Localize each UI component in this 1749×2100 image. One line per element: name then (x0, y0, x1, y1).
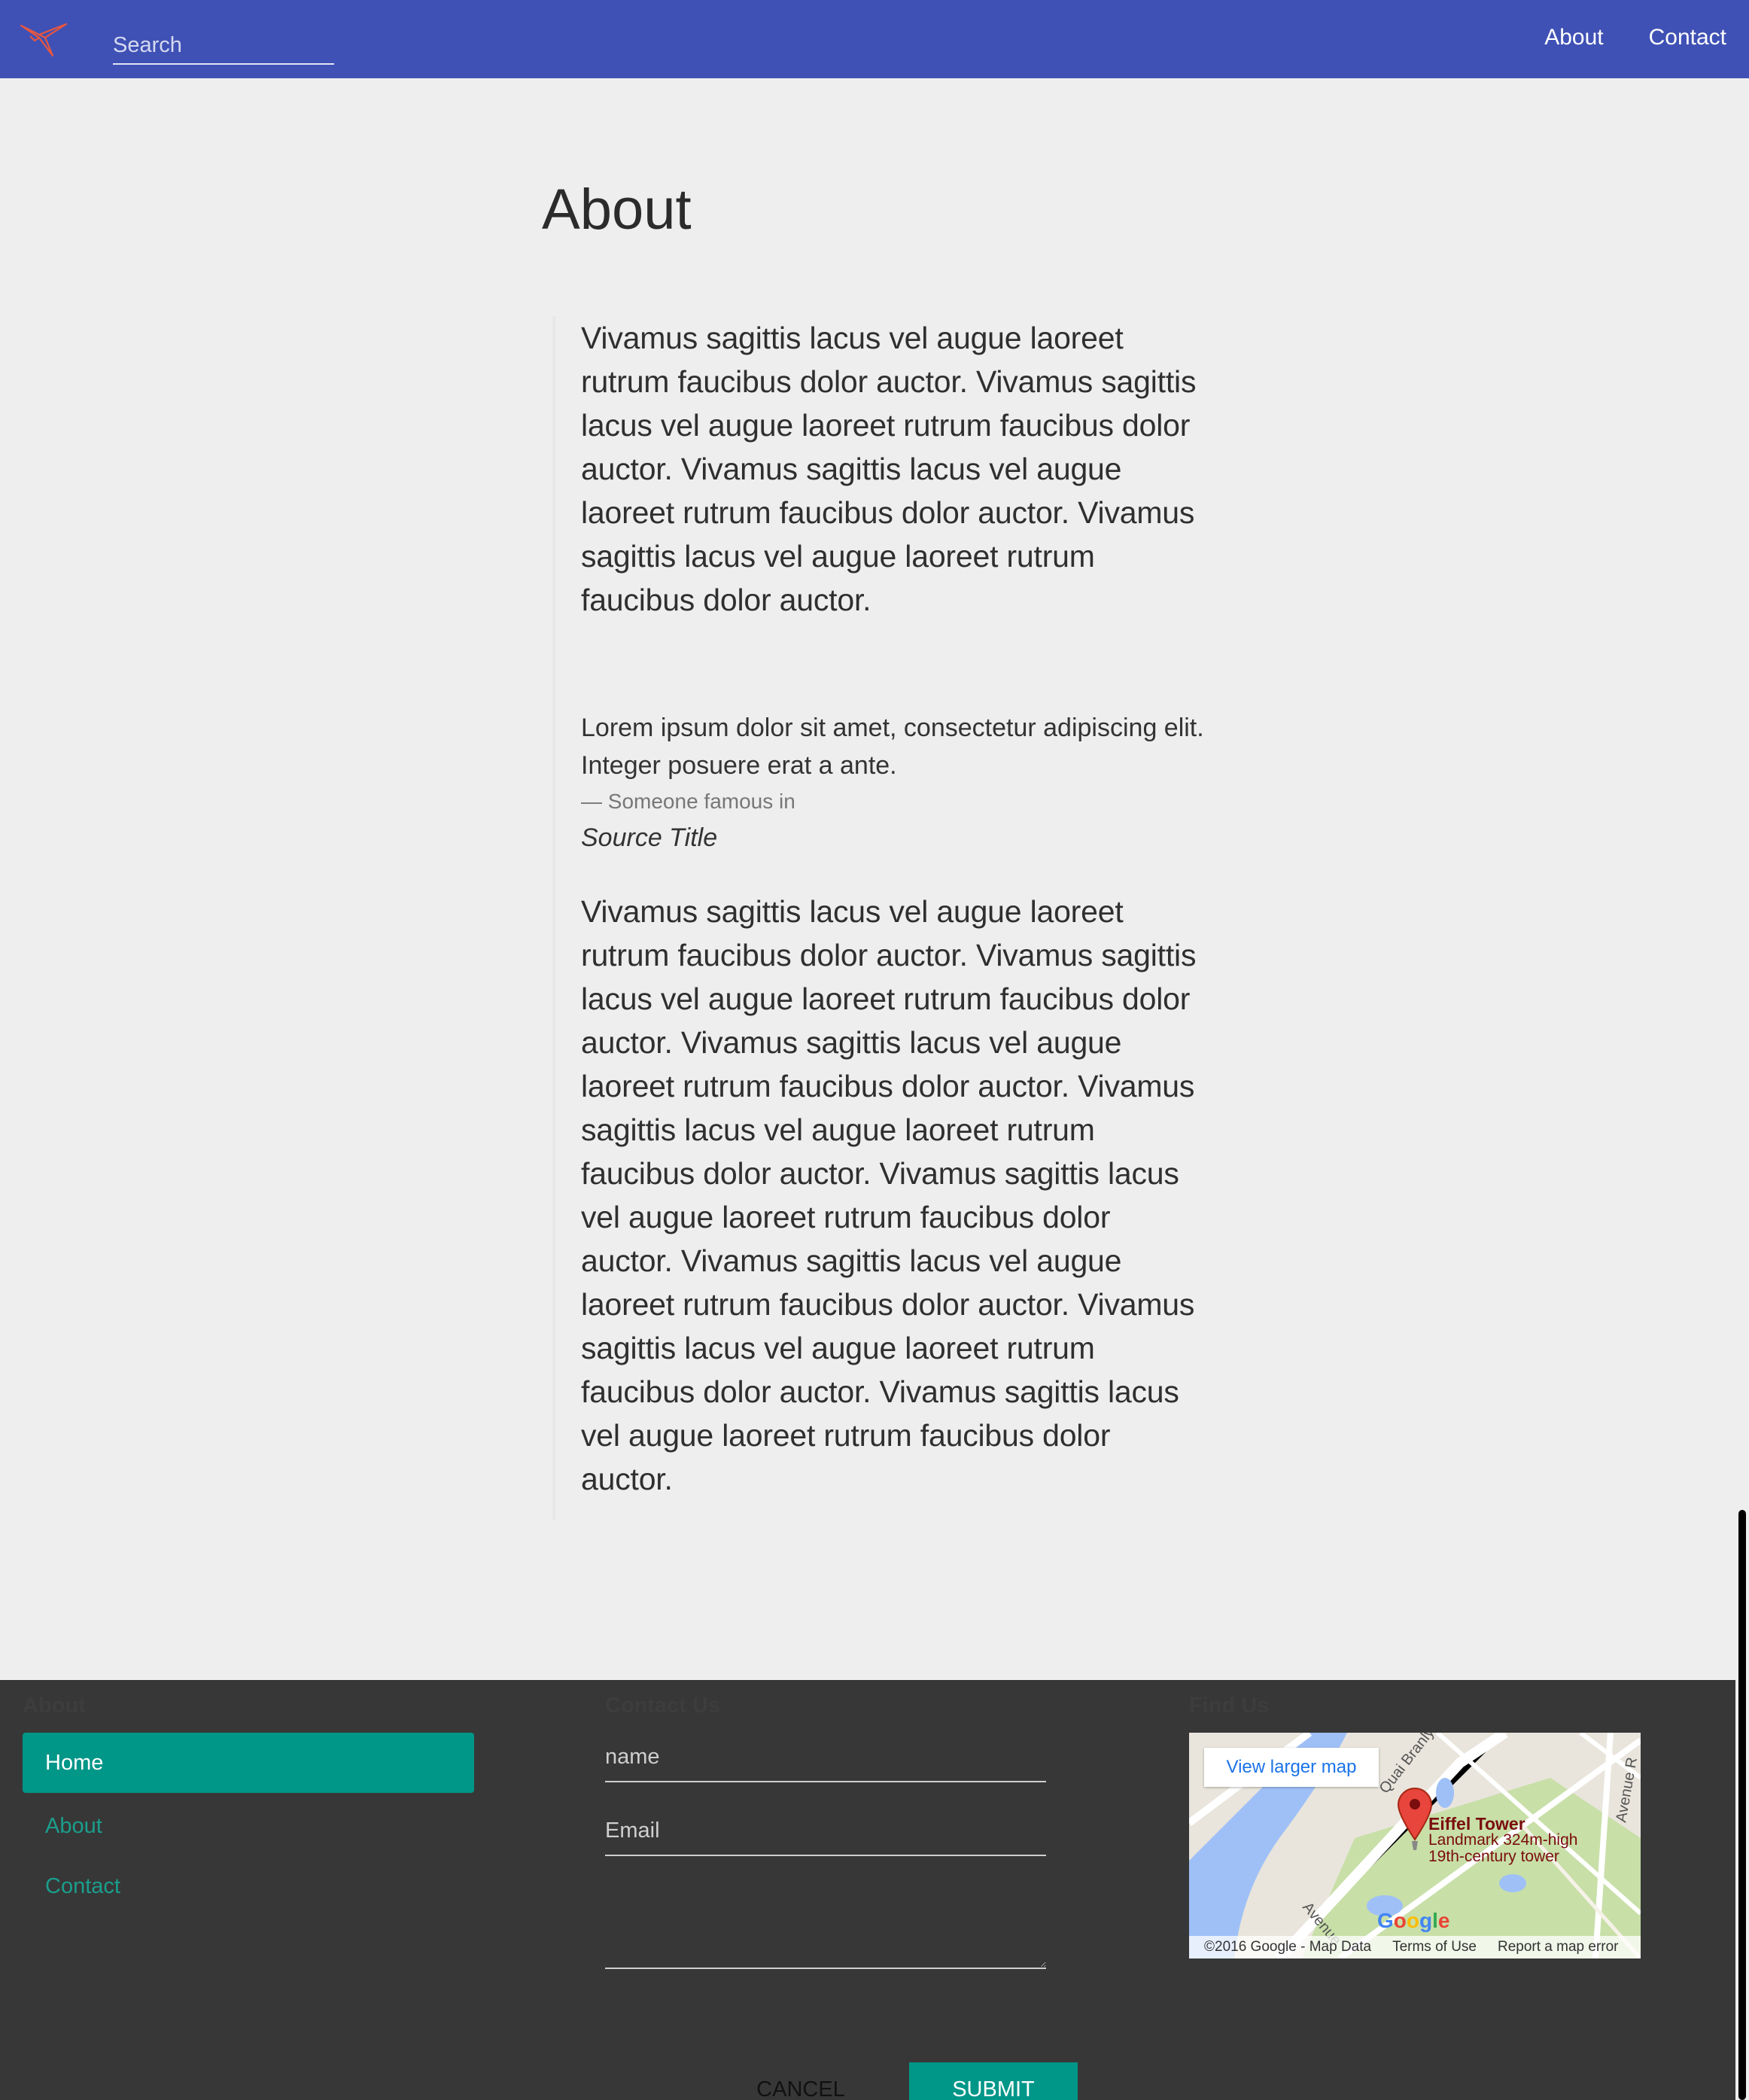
view-larger-map-button[interactable]: View larger map (1204, 1748, 1379, 1787)
embedded-map[interactable]: Quai Branly Avenue Avenue R View larger … (1189, 1733, 1641, 1958)
google-logo: Google (1377, 1909, 1450, 1932)
origami-bird-logo-icon[interactable] (20, 18, 69, 59)
map-place-desc: Landmark 324m-high (1428, 1831, 1578, 1849)
footer-nav-contact[interactable]: Contact (23, 1856, 474, 1916)
nav-link-contact[interactable]: Contact (1649, 21, 1726, 54)
map-place-desc: 19th-century tower (1428, 1848, 1559, 1865)
footer-heading-contact: Contact Us (605, 1694, 721, 1718)
page-title: About (542, 178, 692, 242)
map-place-name: Eiffel Tower (1428, 1814, 1525, 1834)
map-terms-link[interactable]: Terms of Use (1392, 1939, 1477, 1955)
search-input[interactable] (113, 26, 334, 63)
email-field[interactable] (605, 1806, 1046, 1856)
paragraph-body: Vivamus sagittis lacus vel augue laoreet… (581, 894, 1197, 1496)
quote-source-title: Source Title (581, 823, 718, 852)
map-attribution-bar: ©2016 Google - Map Data Terms of Use Rep… (1189, 1936, 1641, 1958)
footer-nav-about[interactable]: About (23, 1796, 474, 1856)
footer-scrollbar-thumb[interactable] (1738, 1949, 1746, 2100)
map-place-label[interactable]: Eiffel Tower Landmark 324m-high 19th-cen… (1428, 1815, 1577, 1865)
message-field[interactable] (605, 1856, 1046, 1969)
map-copyright: ©2016 Google - Map Data (1204, 1939, 1372, 1955)
footer-heading-find-us: Find Us (1189, 1694, 1270, 1718)
blockquote: Lorem ipsum dolor sit amet, consectetur … (581, 709, 1206, 857)
footer-nav-home[interactable]: Home (23, 1733, 474, 1793)
page-scrollbar[interactable] (1735, 78, 1749, 2100)
contact-form: CANCEL SUBMIT (605, 1733, 1078, 2100)
name-field[interactable] (605, 1733, 1046, 1782)
paragraph-intro: Vivamus sagittis lacus vel augue laoreet… (581, 321, 1197, 617)
cancel-button[interactable]: CANCEL (733, 2062, 868, 2100)
search-field (113, 26, 334, 65)
quote-text: Lorem ipsum dolor sit amet, consectetur … (581, 714, 1204, 780)
scrollbar-thumb[interactable] (1738, 1510, 1746, 1958)
map-report-link[interactable]: Report a map error (1498, 1939, 1619, 1955)
footer-heading-about: About (23, 1694, 86, 1718)
site-footer: About Contact Us Find Us Home About Cont… (0, 1680, 1735, 2100)
top-nav: About Contact (1544, 21, 1726, 54)
submit-button[interactable]: SUBMIT (909, 2062, 1078, 2100)
footer-nav: Home About Contact (23, 1733, 474, 1916)
quote-attribution: — Someone famous in (581, 790, 795, 813)
form-actions: CANCEL SUBMIT (733, 2062, 1078, 2100)
article-body: Vivamus sagittis lacus vel augue laoreet… (552, 316, 1206, 1520)
nav-link-about[interactable]: About (1544, 21, 1603, 54)
app-bar: About Contact (0, 0, 1749, 78)
